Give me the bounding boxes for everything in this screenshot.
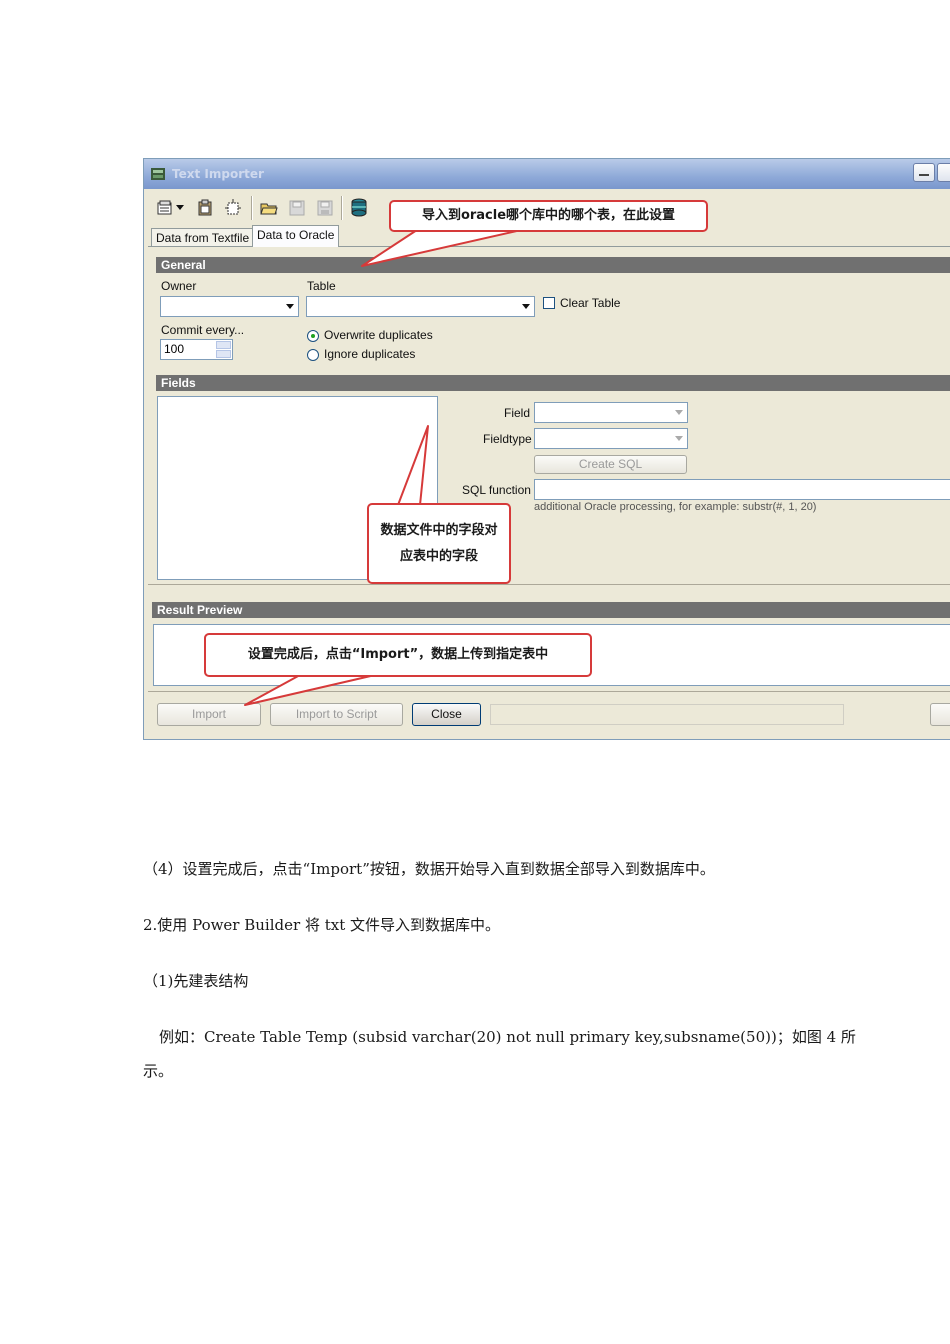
doc-example-cont: 示。 [143,1062,174,1080]
doc-example: 例如：Create Table Temp (subsid varchar(20)… [159,1028,856,1046]
callout-fields-line2: 应表中的字段 [399,548,478,564]
doc-heading-2: 2.使用 Power Builder 将 txt 文件导入到数据库中。 [143,916,500,934]
callout-import: 设置完成后，点击“Import”，数据上传到指定表中 [204,633,592,677]
callout-fields: 数据文件中的字段对 应表中的字段 [367,503,511,584]
arrow-import [244,674,376,706]
tab-data-to-oracle[interactable]: Data to Oracle [252,225,340,247]
doc-step-1: （1)先建表结构 [143,972,249,990]
arrow-target [361,227,531,267]
callout-target: 导入到oracle哪个库中的哪个表，在此设置 [389,200,708,232]
arrow-fields [397,425,429,506]
callout-fields-line1: 数据文件中的字段对 [380,522,498,538]
doc-paragraph-4: （4）设置完成后，点击“Import”按钮，数据开始导入直到数据全部导入到数据库… [143,860,715,878]
